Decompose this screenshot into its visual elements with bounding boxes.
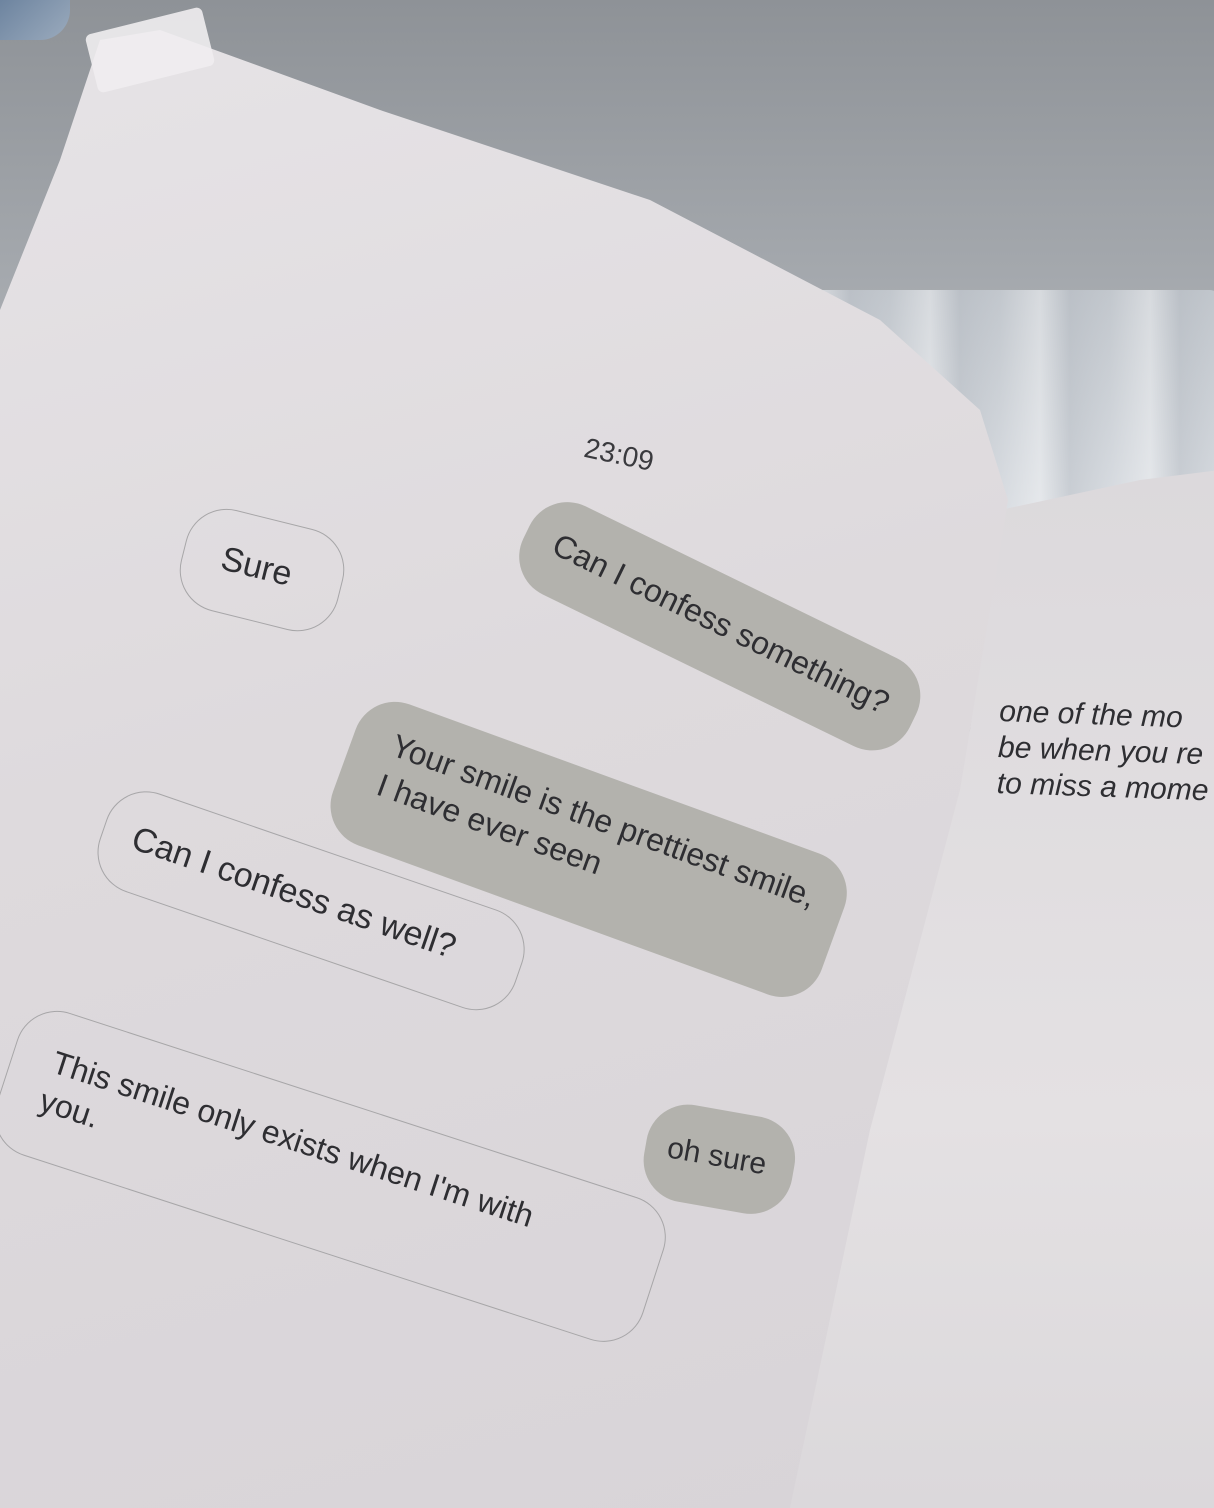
book-photo: 23:09 Sure Can I confess something? Your… bbox=[0, 0, 1214, 1508]
chat-timestamp: 23:09 bbox=[581, 432, 657, 477]
text-layer: 23:09 Sure Can I confess something? Your… bbox=[0, 0, 1214, 1508]
message-bubble-sent: oh sure bbox=[636, 1098, 802, 1221]
message-text-line: you. bbox=[35, 1082, 104, 1136]
right-page-line: to miss a mome bbox=[996, 766, 1210, 808]
message-bubble-received: Sure bbox=[170, 500, 354, 641]
message-bubble-sent: Can I confess something? bbox=[505, 488, 935, 765]
message-text: oh sure bbox=[664, 1131, 770, 1182]
message-text: Can I confess something? bbox=[546, 526, 896, 721]
message-text-line: This smile only exists when I'm with bbox=[47, 1044, 539, 1235]
message-bubble-received: This smile only exists when I'm with you… bbox=[0, 1000, 677, 1353]
right-page-text: one of the mo be when you re to miss a m… bbox=[996, 694, 1214, 809]
message-text: Sure bbox=[217, 539, 297, 594]
